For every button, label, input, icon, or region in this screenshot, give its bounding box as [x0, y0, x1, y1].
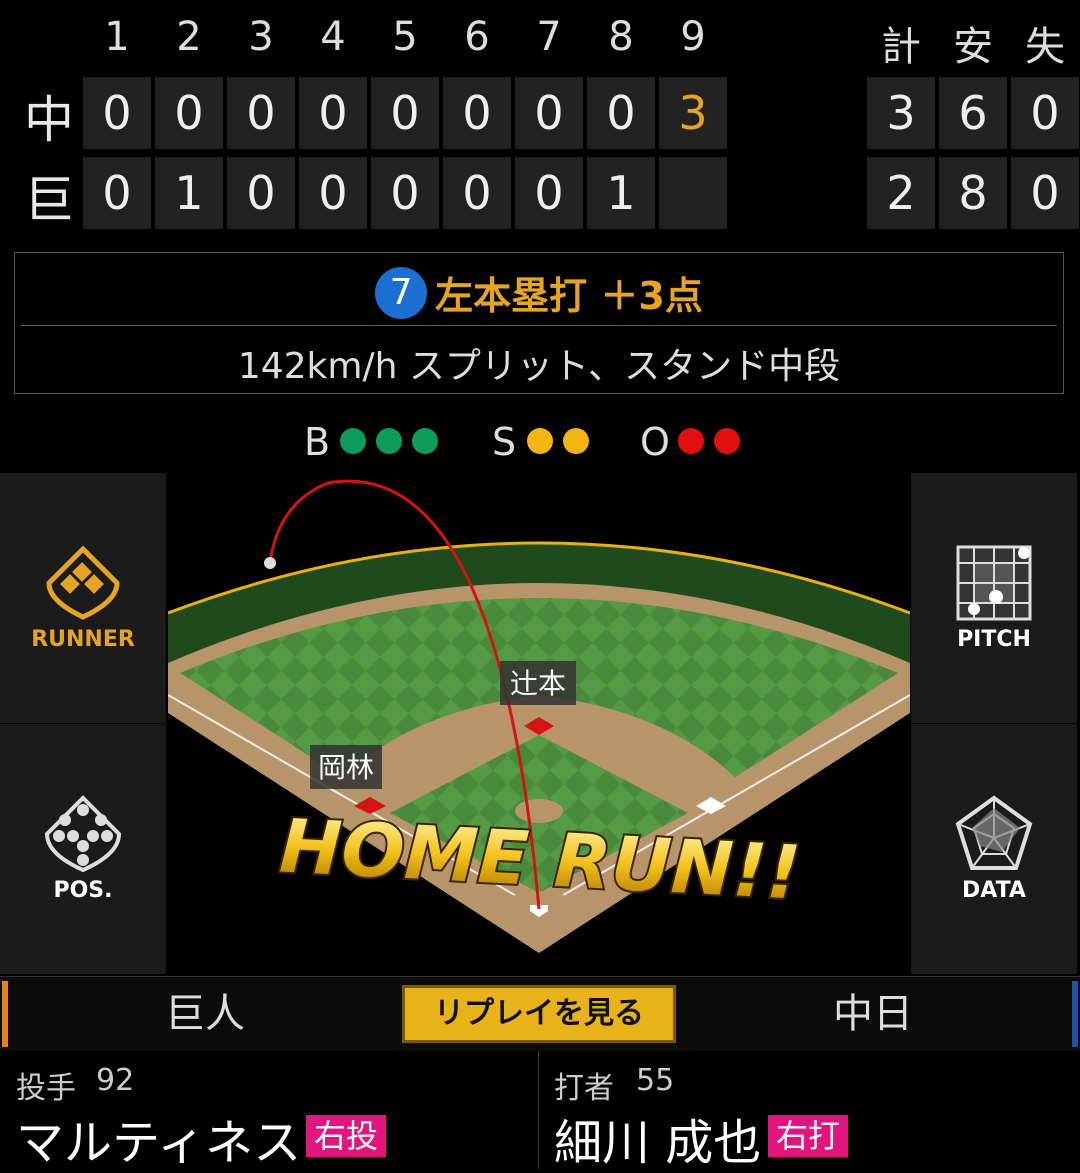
strike-dot — [527, 428, 553, 454]
pitcher-number: 92 — [96, 1063, 135, 1098]
inning-badge: 7 — [375, 266, 428, 319]
positions-label: POS. — [53, 878, 113, 903]
total-runs: 3 — [867, 77, 935, 149]
score-cell: 0 — [155, 77, 223, 149]
score-cell — [659, 157, 727, 229]
batter-number: 55 — [636, 1063, 675, 1098]
score-cell: 0 — [515, 157, 583, 229]
pitch-button[interactable]: PITCH — [911, 473, 1077, 723]
batter-panel[interactable]: 打者 55 細川 成也 右打 — [540, 1051, 1080, 1171]
total-header-hits: 安 — [953, 24, 993, 70]
total-hits: 6 — [939, 77, 1007, 149]
team-abbr-home: 巨 — [24, 171, 74, 229]
pitcher-name: マルティネス — [16, 1115, 302, 1171]
pitcher-role-label: 投手 — [16, 1071, 76, 1106]
replay-button[interactable]: リプレイを見る — [402, 985, 676, 1043]
inning-header: 4 — [320, 14, 346, 60]
inning-header: 6 — [464, 14, 490, 60]
field-positions-icon — [44, 795, 122, 873]
score-cell: 0 — [587, 77, 655, 149]
play-detail: 142km/h スプリット、スタンド中段 — [237, 346, 841, 387]
score-cell: 0 — [227, 77, 295, 149]
inning-header: 2 — [176, 14, 202, 60]
ball-landing-point — [264, 557, 276, 569]
ball-dot — [412, 428, 438, 454]
inning-header: 1 — [104, 14, 130, 60]
score-cell: 1 — [587, 157, 655, 229]
ball-dot — [340, 428, 366, 454]
team-abbr-away: 中 — [24, 91, 74, 149]
batter-hand-badge: 右打 — [768, 1115, 849, 1157]
strike-dot — [563, 428, 589, 454]
pitcher-panel[interactable]: 投手 92 マルティネス 右投 — [0, 1051, 539, 1171]
play-title: 7 左本塁打 ＋3点 — [15, 265, 1063, 320]
inning-header: 3 — [248, 14, 274, 60]
ball-dot — [376, 428, 402, 454]
inning-header: 9 — [680, 14, 706, 60]
total-hits: 8 — [939, 157, 1007, 229]
baseball-field: 辻本 岡林 HOME RUN!! — [168, 473, 910, 974]
tab-home-team[interactable]: 巨人 — [10, 977, 400, 1051]
strike-zone-grid-icon — [956, 545, 1032, 621]
play-result-text: 左本塁打 ＋3点 — [435, 274, 703, 318]
divider — [21, 325, 1057, 326]
positions-button[interactable]: POS. — [0, 724, 166, 974]
score-cell: 0 — [371, 77, 439, 149]
total-errors: 0 — [1011, 77, 1079, 149]
team-tab-bar: 巨人 リプレイを見る 中日 — [0, 976, 1080, 1052]
away-team-color-bar — [1072, 981, 1078, 1047]
runner-label: RUNNER — [31, 627, 135, 652]
pitch-label: PITCH — [957, 627, 1031, 652]
total-header-errors: 失 — [1025, 24, 1065, 70]
score-cell: 0 — [299, 157, 367, 229]
data-label: DATA — [962, 878, 1026, 903]
score-cell: 0 — [299, 77, 367, 149]
batter-name: 細川 成也 — [554, 1115, 762, 1171]
inning-header: 8 — [608, 14, 634, 60]
runner-button[interactable]: RUNNER — [0, 473, 166, 723]
score-cell: 0 — [443, 157, 511, 229]
runner-second-label: 辻本 — [510, 667, 566, 700]
score-cell: 0 — [371, 157, 439, 229]
score-cell: 0 — [83, 157, 151, 229]
home-team-color-bar — [2, 981, 8, 1047]
score-cell: 0 — [443, 77, 511, 149]
tab-away-team[interactable]: 中日 — [678, 977, 1068, 1051]
outs-label: O — [640, 420, 670, 464]
data-button[interactable]: DATA — [911, 724, 1077, 974]
score-cell: 0 — [83, 77, 151, 149]
inning-header: 7 — [536, 14, 562, 60]
pitcher-hand-badge: 右投 — [306, 1115, 387, 1157]
radar-chart-icon — [955, 795, 1033, 870]
play-description-box: 7 左本塁打 ＋3点 142km/h スプリット、スタンド中段 — [14, 252, 1064, 394]
out-dot — [678, 428, 704, 454]
inning-header: 5 — [392, 14, 418, 60]
diamond-runner-icon — [46, 545, 120, 620]
total-header-runs: 計 — [881, 24, 921, 70]
runner-third-label: 岡林 — [318, 751, 374, 784]
score-cell-current: 3 — [659, 77, 727, 149]
score-cell: 0 — [515, 77, 583, 149]
total-errors: 0 — [1011, 157, 1079, 229]
score-cell: 0 — [227, 157, 295, 229]
score-cell: 1 — [155, 157, 223, 229]
out-dot — [714, 428, 740, 454]
balls-label: B — [304, 420, 331, 464]
batter-role-label: 打者 — [554, 1071, 614, 1106]
total-runs: 2 — [867, 157, 935, 229]
strikes-label: S — [492, 420, 517, 464]
